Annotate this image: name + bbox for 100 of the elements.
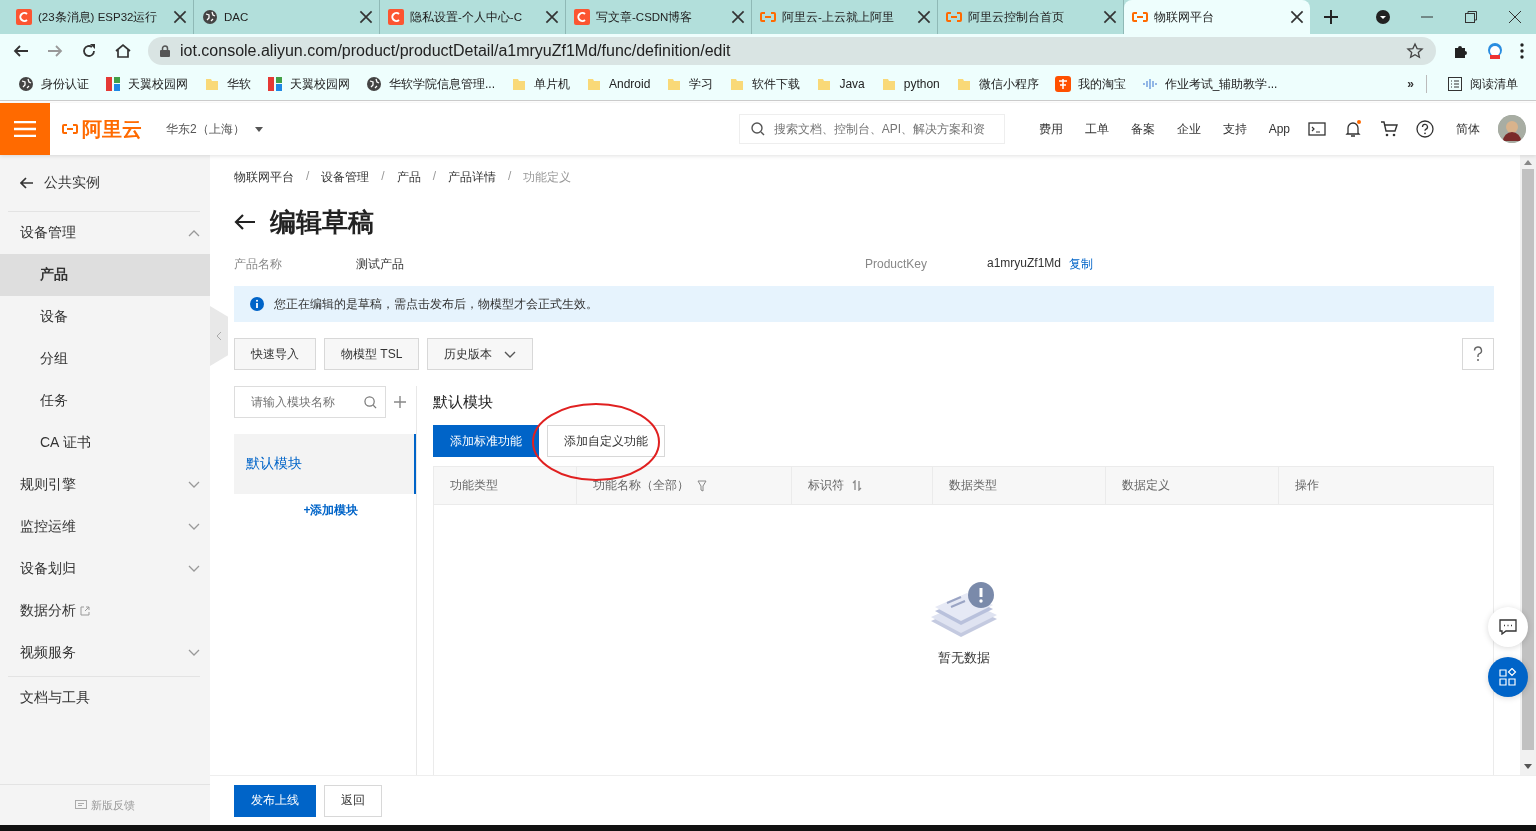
close-icon[interactable] <box>1508 10 1522 24</box>
close-icon[interactable] <box>731 10 745 24</box>
address-bar[interactable]: iot.console.aliyun.com/product/productDetail/a1mryuZf1Md/func/definition/edit <box>148 37 1436 65</box>
column-header[interactable]: 标识符 <box>808 477 862 494</box>
reload-icon[interactable] <box>80 42 98 60</box>
bookmark[interactable]: 单片机 <box>503 75 578 93</box>
toolbar-button[interactable]: 快速导入 <box>234 338 316 370</box>
letter-c-icon <box>16 9 32 25</box>
breadcrumb-separator: / <box>306 169 310 185</box>
chat-button[interactable] <box>1488 607 1528 647</box>
bookmark[interactable]: 天翼校园网 <box>259 75 358 93</box>
back-arrow-icon <box>20 177 34 189</box>
sort-icon <box>852 480 862 491</box>
scrollbar[interactable] <box>1520 155 1536 775</box>
bookmark[interactable]: python <box>872 76 948 92</box>
search-field[interactable]: 搜索文档、控制台、API、解决方案和资 <box>738 114 1005 144</box>
close-icon[interactable] <box>1290 10 1304 24</box>
bookmark[interactable]: 微信小程序 <box>947 75 1047 93</box>
sidebar-item[interactable]: 设备 <box>0 296 210 338</box>
publish-button[interactable]: 发布上线 <box>234 784 316 817</box>
sidebar-item[interactable]: 产品 <box>0 254 210 296</box>
close-icon[interactable] <box>545 10 559 24</box>
sidebar-item[interactable]: 数据分析 <box>0 590 210 632</box>
reading-list-button[interactable]: 阅读清单 <box>1439 75 1526 93</box>
bookmark[interactable]: 天翼校园网 <box>97 75 196 93</box>
toolbar-button[interactable]: 物模型 TSL <box>324 338 420 370</box>
sidebar-group[interactable]: 规则引擎 <box>0 464 210 506</box>
bookmark[interactable]: 华软 <box>196 75 259 93</box>
chevron-down-icon <box>188 649 200 657</box>
sidebar-group[interactable]: 视频服务 <box>0 632 210 674</box>
sidebar-item[interactable]: 任务 <box>0 380 210 422</box>
home-icon[interactable] <box>114 42 132 60</box>
breadcrumb-link[interactable]: 产品详情 <box>448 169 497 186</box>
bookmark[interactable]: 身份认证 <box>10 75 97 93</box>
sidebar-item[interactable]: 文档与工具 <box>0 677 210 719</box>
language-link[interactable]: 简体 <box>1456 120 1480 138</box>
taobao-icon <box>1054 76 1071 92</box>
chevron-up-icon <box>188 229 200 237</box>
breadcrumb-link[interactable]: 设备管理 <box>321 169 370 186</box>
nav-link[interactable]: 企业 <box>1176 120 1201 138</box>
nav-link[interactable]: 费用 <box>1038 120 1063 138</box>
logo-text: 阿里云 <box>82 116 142 142</box>
bell-icon[interactable] <box>1344 120 1362 138</box>
bookmark[interactable]: 华软学院信息管理... <box>358 75 503 93</box>
sidebar-group[interactable]: 设备划归 <box>0 548 210 590</box>
bookmark[interactable]: Java <box>808 76 873 92</box>
close-icon[interactable] <box>917 10 931 24</box>
avatar[interactable] <box>1498 115 1526 143</box>
close-icon[interactable] <box>1103 10 1117 24</box>
tab-search-icon[interactable] <box>1376 10 1390 24</box>
help-button[interactable] <box>1462 338 1494 370</box>
bookmark[interactable]: 软件下载 <box>721 75 809 93</box>
folder-icon <box>880 76 897 92</box>
list-icon <box>1447 76 1463 92</box>
nav-link[interactable]: App <box>1268 122 1290 136</box>
add-standard-button[interactable]: 添加标准功能 <box>433 425 539 457</box>
region-selector[interactable]: 华东2（上海） <box>166 120 263 138</box>
back-link[interactable]: 公共实例 <box>0 155 210 211</box>
field-value: 测试产品 <box>356 255 404 273</box>
more-icon[interactable] <box>1520 43 1524 59</box>
sidebar-group[interactable]: 设备管理 <box>0 212 210 254</box>
browser-tab[interactable]: 物联网平台 <box>1124 0 1310 34</box>
add-module-link[interactable]: +添加模块 <box>246 502 416 519</box>
letter-c-icon <box>388 9 404 25</box>
help-icon[interactable] <box>1416 120 1434 138</box>
nav-link[interactable]: 备案 <box>1130 120 1155 138</box>
return-button[interactable]: 返回 <box>324 784 382 817</box>
sidebar-item[interactable]: CA 证书 <box>0 422 210 464</box>
add-custom-button[interactable]: 添加自定义功能 <box>547 425 665 457</box>
new-tab-icon[interactable] <box>1324 10 1338 24</box>
tiles-icon <box>105 76 121 92</box>
add-icon[interactable] <box>394 396 406 408</box>
breadcrumb-separator: / <box>432 169 437 185</box>
breadcrumb-link[interactable]: 物联网平台 <box>234 169 294 186</box>
sidebar-item[interactable]: 分组 <box>0 338 210 380</box>
folder-icon <box>666 76 683 92</box>
terminal-icon[interactable] <box>1308 120 1326 138</box>
star-icon[interactable] <box>1406 42 1424 60</box>
chat-icon <box>1499 619 1517 635</box>
bookmark[interactable]: 作业考试_辅助教学... <box>1133 75 1286 93</box>
cartoon-avatar-icon[interactable] <box>1486 42 1504 60</box>
dropdown-button[interactable]: 历史版本 <box>427 338 534 370</box>
restore-icon[interactable] <box>1464 10 1478 24</box>
cart-icon[interactable] <box>1380 120 1398 138</box>
bookmark[interactable]: 我的淘宝 <box>1046 75 1134 93</box>
menu-button[interactable] <box>0 103 50 155</box>
close-icon[interactable] <box>359 10 373 24</box>
close-icon[interactable] <box>173 10 187 24</box>
nav-link[interactable]: 工单 <box>1084 120 1109 138</box>
back-arrow-icon[interactable] <box>234 213 256 231</box>
sidebar-group[interactable]: 监控运维 <box>0 506 210 548</box>
bookmark[interactable]: Android <box>578 76 659 92</box>
apps-button[interactable] <box>1488 657 1528 697</box>
breadcrumb-link[interactable]: 产品 <box>396 169 421 186</box>
module-search-field[interactable]: 请输入模块名称 <box>234 386 386 418</box>
copy-link[interactable]: 复制 <box>1069 255 1094 273</box>
nav-link[interactable]: 支持 <box>1222 120 1247 138</box>
module-item[interactable]: 默认模块 <box>234 434 416 494</box>
bookmarks-overflow[interactable]: » <box>1407 77 1414 91</box>
bookmark[interactable]: 学习 <box>658 75 722 93</box>
